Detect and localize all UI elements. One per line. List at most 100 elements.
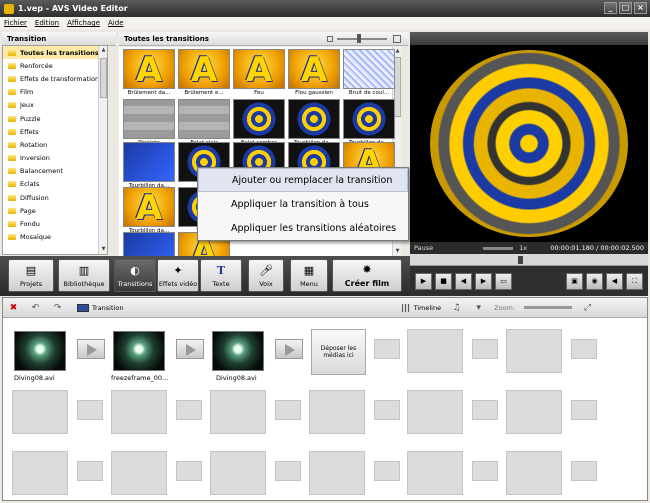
menu-item-apply-to-all[interactable]: Appliquer la transition à tous: [198, 192, 408, 216]
seek-bar[interactable]: [410, 254, 648, 266]
category-item[interactable]: Effets de transformation: [3, 72, 107, 85]
undo-icon[interactable]: ↶: [29, 302, 42, 314]
empty-transition-slot[interactable]: [275, 461, 301, 481]
category-item[interactable]: Effets: [3, 125, 107, 138]
empty-clip-slot[interactable]: [111, 451, 167, 495]
display-options-icon[interactable]: ▾: [472, 302, 485, 314]
thumb-size-knob[interactable]: [357, 34, 361, 43]
transition-slot-2[interactable]: [176, 339, 204, 359]
drop-media-zone[interactable]: Déposer les médias ici: [311, 329, 366, 375]
category-item[interactable]: Page: [3, 204, 107, 217]
transition-slot-1[interactable]: [77, 339, 105, 359]
transition-slot-3[interactable]: [275, 339, 303, 359]
loop-icon[interactable]: ▭: [495, 272, 512, 290]
category-scrollbar[interactable]: ▲ ▼: [98, 46, 107, 254]
monitor-icon[interactable]: ▣: [566, 272, 583, 290]
empty-clip-slot[interactable]: [111, 390, 167, 434]
effets-video-button[interactable]: ✦ Effets vidéo: [157, 259, 199, 292]
menu-fichier[interactable]: Fichier: [4, 19, 27, 27]
seek-knob[interactable]: [518, 256, 523, 264]
empty-transition-slot[interactable]: [472, 400, 498, 420]
creer-film-button[interactable]: ✸ Créer film: [332, 259, 402, 292]
transition-tile[interactable]: [123, 232, 175, 256]
fit-zoom-icon[interactable]: ⤢: [581, 302, 594, 314]
clip-thumbnail-2[interactable]: [113, 331, 165, 371]
empty-transition-slot[interactable]: [77, 400, 103, 420]
transition-tile[interactable]: Feu: [233, 49, 285, 99]
category-item[interactable]: Mosaïque: [3, 231, 107, 244]
transition-tile[interactable]: Tourbillon da...: [123, 142, 175, 192]
next-frame-icon[interactable]: ▶: [475, 272, 492, 290]
menu-item-add-replace-transition[interactable]: Ajouter ou remplacer la transition: [198, 168, 408, 192]
empty-clip-slot[interactable]: [12, 451, 68, 495]
empty-clip-slot[interactable]: [506, 451, 562, 495]
category-item[interactable]: Inversion: [3, 152, 107, 165]
scroll-up-icon[interactable]: ▲: [99, 46, 107, 55]
empty-transition-slot[interactable]: [472, 339, 498, 359]
empty-clip-slot[interactable]: [210, 390, 266, 434]
thumb-size-slider[interactable]: [337, 38, 387, 40]
delete-icon[interactable]: ✖: [7, 302, 20, 314]
category-item[interactable]: Balancement: [3, 165, 107, 178]
bibliotheque-button[interactable]: ▥ Bibliothèque: [58, 259, 110, 292]
transition-tile[interactable]: Brûlement da...: [123, 49, 175, 99]
clip-thumbnail-1[interactable]: [14, 331, 66, 371]
empty-transition-slot[interactable]: [77, 461, 103, 481]
category-item[interactable]: Eclats: [3, 178, 107, 191]
grid-scroll-down-icon[interactable]: ▼: [393, 247, 401, 256]
empty-clip-slot[interactable]: [407, 451, 463, 495]
category-item[interactable]: Rotation: [3, 138, 107, 151]
empty-clip-slot[interactable]: [210, 451, 266, 495]
empty-clip-slot[interactable]: [506, 390, 562, 434]
maximize-button[interactable]: □: [619, 2, 632, 14]
fullscreen-icon[interactable]: ⛶: [626, 272, 643, 290]
empty-clip-slot[interactable]: [407, 390, 463, 434]
empty-clip-slot[interactable]: [12, 390, 68, 434]
transition-tile[interactable]: Tourbillon da...: [123, 187, 175, 237]
audio-settings-icon[interactable]: ♫: [450, 302, 463, 314]
volume-icon[interactable]: ◀: [606, 272, 623, 290]
category-item[interactable]: Fondu: [3, 217, 107, 230]
category-item[interactable]: Diffusion: [3, 191, 107, 204]
clip-thumbnail-3[interactable]: [212, 331, 264, 371]
category-item[interactable]: Jeux: [3, 99, 107, 112]
empty-clip-slot[interactable]: [506, 329, 562, 373]
minimize-button[interactable]: _: [604, 2, 617, 14]
timeline-toggle[interactable]: Timeline: [402, 303, 441, 312]
category-item[interactable]: Toutes les transitions: [3, 46, 107, 60]
transition-tile[interactable]: Brûlement e...: [178, 49, 230, 99]
menu-item-apply-random[interactable]: Appliquer les transitions aléatoires: [198, 216, 408, 240]
projets-button[interactable]: ▤ Projets: [8, 259, 54, 292]
empty-transition-slot[interactable]: [176, 461, 202, 481]
scroll-down-icon[interactable]: ▼: [99, 245, 107, 254]
empty-clip-slot[interactable]: [407, 329, 463, 373]
category-item[interactable]: Film: [3, 86, 107, 99]
category-item[interactable]: Renforcée: [3, 59, 107, 72]
empty-transition-slot[interactable]: [472, 461, 498, 481]
menu-edition[interactable]: Edition: [35, 19, 59, 27]
empty-transition-slot[interactable]: [176, 400, 202, 420]
empty-transition-slot[interactable]: [374, 339, 400, 359]
zoom-slider[interactable]: [524, 306, 573, 309]
category-item[interactable]: Puzzle: [3, 112, 107, 125]
speed-slider[interactable]: [483, 246, 514, 250]
close-button[interactable]: ×: [634, 2, 647, 14]
empty-clip-slot[interactable]: [309, 390, 365, 434]
menu-affichage[interactable]: Affichage: [67, 19, 100, 27]
small-thumbs-icon[interactable]: [327, 36, 333, 42]
transitions-button[interactable]: ◐ Transitions: [114, 259, 156, 292]
prev-frame-icon[interactable]: ◀: [455, 272, 472, 290]
transition-tile[interactable]: Bruit de coul...: [343, 49, 395, 99]
menu-aide[interactable]: Aide: [108, 19, 123, 27]
transition-tile[interactable]: Flou gaussien: [288, 49, 340, 99]
grid-scroll-thumb[interactable]: [394, 57, 401, 117]
empty-transition-slot[interactable]: [571, 461, 597, 481]
empty-transition-slot[interactable]: [374, 461, 400, 481]
empty-transition-slot[interactable]: [571, 400, 597, 420]
empty-transition-slot[interactable]: [374, 400, 400, 420]
redo-icon[interactable]: ↷: [51, 302, 64, 314]
play-icon[interactable]: ▶: [415, 272, 432, 290]
empty-transition-slot[interactable]: [571, 339, 597, 359]
texte-button[interactable]: T Texte: [200, 259, 242, 292]
empty-transition-slot[interactable]: [275, 400, 301, 420]
